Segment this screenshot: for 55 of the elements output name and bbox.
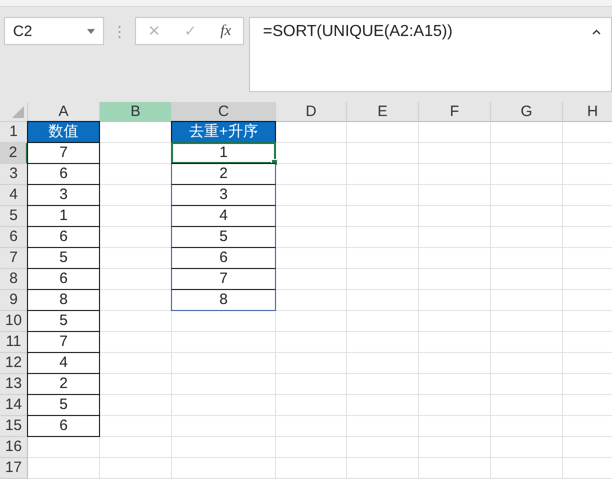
row-header[interactable]: 1: [0, 122, 28, 143]
column-header[interactable]: F: [419, 102, 491, 122]
table-cell: 5: [27, 310, 100, 332]
table-cell: 6: [27, 268, 100, 290]
row-header[interactable]: 11: [0, 332, 28, 353]
row-header[interactable]: 12: [0, 353, 28, 374]
table-cell: 5: [27, 247, 100, 269]
row-header[interactable]: 14: [0, 395, 28, 416]
row-header[interactable]: 3: [0, 164, 28, 185]
table-cell: 7: [171, 268, 276, 290]
column-header[interactable]: H: [563, 102, 612, 122]
table-cell: 3: [171, 184, 276, 206]
table-cell: 8: [171, 289, 276, 311]
row-header[interactable]: 2: [0, 143, 28, 164]
table-cell: 去重+升序: [171, 121, 276, 143]
table-cell: 2: [171, 163, 276, 185]
table-cell: 3: [27, 184, 100, 206]
caret-icon: [87, 28, 95, 34]
column-header[interactable]: G: [491, 102, 563, 122]
table-cell: 4: [27, 352, 100, 374]
table-cell: 5: [27, 394, 100, 416]
row-header[interactable]: 5: [0, 206, 28, 227]
table-cell: 7: [27, 142, 100, 164]
more-icon: [118, 25, 121, 39]
row-header[interactable]: 6: [0, 227, 28, 248]
row-header[interactable]: 4: [0, 185, 28, 206]
row-header[interactable]: 16: [0, 437, 28, 458]
table-cell: 6: [27, 226, 100, 248]
table-cell: 6: [171, 247, 276, 269]
table-cell: 2: [27, 373, 100, 395]
collapse-icon[interactable]: [592, 29, 601, 35]
name-box[interactable]: C2: [4, 17, 104, 45]
column-header[interactable]: B: [100, 102, 172, 122]
row-header[interactable]: 15: [0, 416, 28, 437]
table-cell: 数值: [27, 121, 100, 143]
table-cell: 6: [27, 415, 100, 437]
table-cell: 4: [171, 205, 276, 227]
row-header[interactable]: 13: [0, 374, 28, 395]
column-header[interactable]: D: [276, 102, 347, 122]
table-cell: 6: [27, 163, 100, 185]
table-cell: 7: [27, 331, 100, 353]
row-header[interactable]: 7: [0, 248, 28, 269]
column-header[interactable]: E: [347, 102, 419, 122]
table-cell: 8: [27, 289, 100, 311]
column-header[interactable]: C: [172, 102, 276, 122]
row-header[interactable]: 17: [0, 458, 28, 479]
table-cell: 1: [27, 205, 100, 227]
column-header[interactable]: A: [28, 102, 100, 122]
row-header[interactable]: 8: [0, 269, 28, 290]
table-cell: 1: [171, 142, 276, 164]
row-header[interactable]: 10: [0, 311, 28, 332]
table-cell: 5: [171, 226, 276, 248]
insert-function-button[interactable]: fx: [220, 22, 232, 40]
formula-field[interactable]: =SORT(UNIQUE(A2:A15)): [249, 17, 612, 92]
row-header[interactable]: 9: [0, 290, 28, 311]
